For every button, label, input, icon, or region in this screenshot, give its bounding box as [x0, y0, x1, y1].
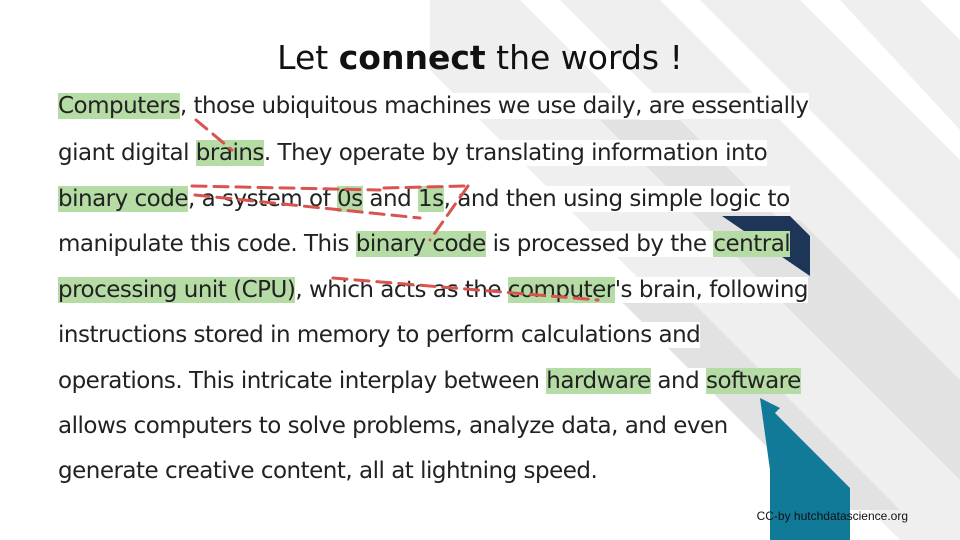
- highlighted-term: binary code: [58, 186, 189, 212]
- paragraph-line: operations. This intricate interplay bet…: [58, 366, 801, 396]
- text-segment: 's brain, following: [614, 277, 809, 303]
- text-segment: , which acts as the: [295, 277, 508, 303]
- highlighted-term: central: [713, 231, 791, 257]
- text-segment: . They operate by translating informatio…: [263, 140, 768, 166]
- highlighted-term: 1s: [418, 186, 444, 212]
- title-emphasis: connect: [338, 38, 486, 77]
- paragraph-line: Computers, those ubiquitous machines we …: [58, 91, 809, 121]
- credit-text: CC-by hutchdatascience.org: [756, 509, 908, 523]
- text-segment: instructions stored in memory to perform…: [58, 322, 701, 348]
- text-segment: , those ubiquitous machines we use daily…: [179, 93, 809, 119]
- highlighted-term: binary code: [355, 231, 486, 257]
- text-segment: giant digital: [58, 140, 196, 166]
- text-segment: operations. This intricate interplay bet…: [58, 368, 547, 394]
- text-segment: is processed by the: [485, 231, 714, 257]
- text-segment: and: [650, 368, 707, 394]
- highlighted-term: Computers: [58, 93, 180, 119]
- paragraph-line: binary code, a system of 0s and 1s, and …: [58, 184, 790, 214]
- highlighted-term: software: [706, 368, 801, 394]
- paragraph-line: instructions stored in memory to perform…: [58, 320, 701, 350]
- paragraph-line: manipulate this code. This binary code i…: [58, 229, 791, 259]
- highlighted-term: processing unit (CPU): [58, 277, 296, 303]
- text-segment: manipulate this code. This: [58, 231, 356, 257]
- paragraph-line: processing unit (CPU), which acts as the…: [58, 275, 809, 305]
- paragraph-line: giant digital brains. They operate by tr…: [58, 138, 768, 168]
- text-segment: generate creative content, all at lightn…: [58, 458, 598, 484]
- paragraph-line: generate creative content, all at lightn…: [58, 456, 598, 486]
- text-segment: , a system of: [188, 186, 337, 212]
- paragraph-line: allows computers to solve problems, anal…: [58, 411, 728, 441]
- highlighted-term: 0s: [336, 186, 363, 212]
- slide-title: Let connect the words !: [277, 38, 683, 77]
- text-segment: , and then using simple logic to: [443, 186, 790, 212]
- text-segment: allows computers to solve problems, anal…: [58, 413, 728, 439]
- highlighted-term: computer: [507, 277, 615, 303]
- highlighted-term: hardware: [546, 368, 651, 394]
- text-segment: and: [362, 186, 419, 212]
- highlighted-term: brains: [195, 140, 264, 166]
